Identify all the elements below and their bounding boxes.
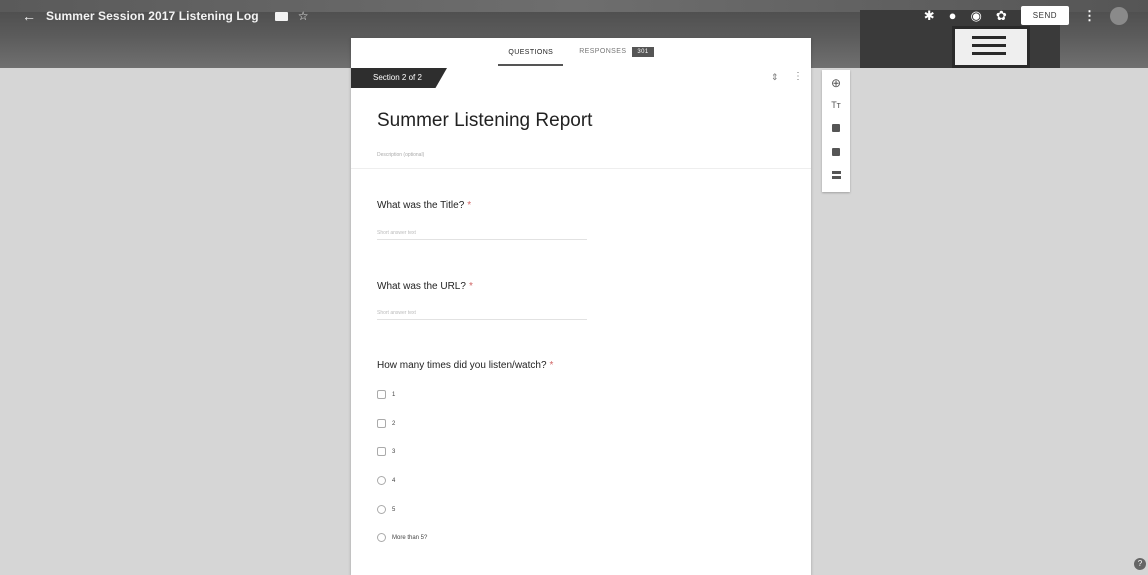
question-text: How many times did you listen/watch? [377, 360, 547, 371]
help-icon[interactable]: ? [1134, 558, 1146, 570]
radio-icon[interactable] [377, 533, 386, 542]
back-arrow-icon[interactable]: ← [22, 8, 36, 24]
more-vert-icon[interactable]: ⋮ [793, 71, 803, 82]
title-text-icon[interactable]: Tт [822, 100, 850, 110]
option-item[interactable]: 5 [377, 505, 395, 514]
question-title[interactable]: How many times did you listen/watch? * [377, 360, 553, 371]
more-vert-icon[interactable]: ⋮ [1083, 8, 1096, 24]
tab-questions-label: QUESTIONS [508, 48, 554, 56]
option-item[interactable]: 4 [377, 476, 395, 485]
send-button[interactable]: SEND [1020, 6, 1069, 25]
illustration-box [952, 26, 1030, 68]
video-icon[interactable] [822, 148, 850, 159]
option-label: 4 [392, 477, 396, 484]
header-right: ✱ ● ◉ ✿ SEND ⋮ [924, 6, 1128, 25]
collapse-icon[interactable]: ⇕ [771, 72, 779, 83]
tab-questions[interactable]: QUESTIONS [498, 43, 564, 66]
required-mark: * [549, 360, 554, 371]
folder-icon[interactable] [274, 11, 288, 21]
illustration-line [972, 36, 1006, 39]
section-icon[interactable] [822, 171, 850, 182]
checkbox-icon[interactable] [377, 447, 386, 456]
short-answer-field[interactable]: Short answer text [377, 310, 587, 320]
option-label: More than 5? [392, 534, 428, 541]
palette-icon[interactable]: ● [949, 8, 957, 23]
question-title[interactable]: What was the Title? * [377, 200, 471, 211]
checkbox-icon[interactable] [377, 419, 386, 428]
question-title[interactable]: What was the URL? * [377, 281, 473, 292]
section-tag: Section 2 of 2 [351, 68, 447, 88]
required-mark: * [468, 281, 473, 292]
puzzle-icon[interactable]: ✱ [924, 8, 935, 24]
tab-responses-label: RESPONSES [579, 48, 627, 55]
radio-icon[interactable] [377, 505, 386, 514]
image-glyph [832, 124, 840, 132]
star-icon[interactable]: ☆ [298, 9, 309, 23]
question-text: What was the URL? [377, 281, 466, 292]
avatar[interactable] [1110, 6, 1128, 25]
option-item[interactable]: 1 [377, 390, 395, 399]
image-icon[interactable] [822, 124, 850, 135]
tab-bar: QUESTIONS RESPONSES 301 [351, 38, 811, 66]
side-toolbar: ⊕ Tт [822, 70, 850, 192]
option-item[interactable]: More than 5? [377, 533, 427, 542]
option-item[interactable]: 3 [377, 447, 395, 456]
section-title[interactable]: Summer Listening Report [377, 110, 592, 132]
option-label: 2 [392, 420, 396, 427]
short-answer-field[interactable]: Short answer text [377, 230, 587, 240]
option-item[interactable]: 2 [377, 419, 395, 428]
tab-responses[interactable]: RESPONSES 301 [579, 41, 654, 63]
add-question-icon[interactable]: ⊕ [822, 76, 850, 90]
section-glyph [831, 171, 841, 179]
required-mark: * [467, 200, 472, 211]
divider [351, 168, 811, 169]
section-description[interactable]: Description (optional) [377, 152, 424, 158]
illustration-line [972, 52, 1006, 55]
option-label: 5 [392, 506, 396, 513]
checkbox-icon[interactable] [377, 390, 386, 399]
illustration-line [972, 44, 1006, 47]
option-label: 1 [392, 391, 396, 398]
video-glyph [832, 148, 840, 156]
responses-count-badge: 301 [632, 47, 654, 57]
question-text: What was the Title? [377, 200, 465, 211]
header-left: ← Summer Session 2017 Listening Log ☆ [22, 8, 308, 24]
gear-icon[interactable]: ✿ [996, 8, 1007, 24]
option-label: 3 [392, 448, 396, 455]
form-title[interactable]: Summer Session 2017 Listening Log [46, 9, 259, 23]
radio-icon[interactable] [377, 476, 386, 485]
form-card: QUESTIONS RESPONSES 301 Section 2 of 2 ⇕ … [351, 38, 811, 575]
eye-icon[interactable]: ◉ [971, 8, 982, 24]
